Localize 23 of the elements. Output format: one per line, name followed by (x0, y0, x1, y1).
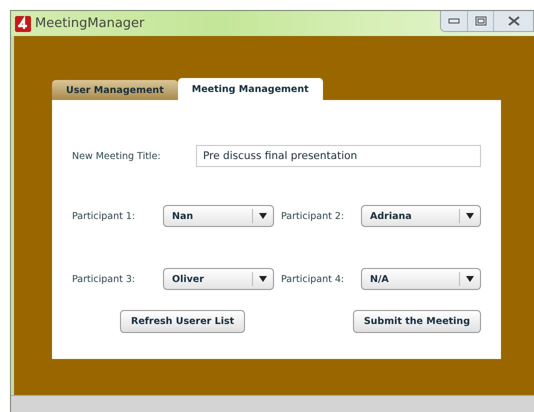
dropdown[interactable]: Adriana (361, 205, 481, 227)
field-label: New Meeting Title: (72, 150, 162, 162)
caret-icon (259, 276, 267, 282)
dropdown[interactable]: Oliver (163, 268, 274, 290)
dropdown[interactable]: Nan (163, 205, 274, 227)
caret-icon (466, 276, 474, 282)
field-label: Participant 2: (281, 210, 346, 222)
app-icon (15, 16, 31, 32)
tab[interactable]: Meeting Management (178, 78, 323, 100)
minimize-icon (448, 18, 460, 24)
maximize-icon (474, 16, 486, 26)
input-field[interactable]: Pre discuss final presentation (196, 145, 481, 167)
action-button[interactable]: Submit the Meeting (352, 310, 481, 333)
caret-icon (466, 213, 474, 219)
caret-icon (259, 213, 267, 219)
action-button[interactable]: Refresh Userer List (120, 310, 246, 333)
tab[interactable]: User Management (52, 80, 178, 100)
field-label: Participant 4: (281, 274, 346, 284)
close-icon (508, 16, 520, 26)
field-label: Participant 3: (72, 274, 136, 284)
field-label: Participant 1: (72, 210, 136, 222)
window-title: MeetingManager (35, 16, 144, 31)
dropdown[interactable]: N/A (361, 268, 481, 290)
